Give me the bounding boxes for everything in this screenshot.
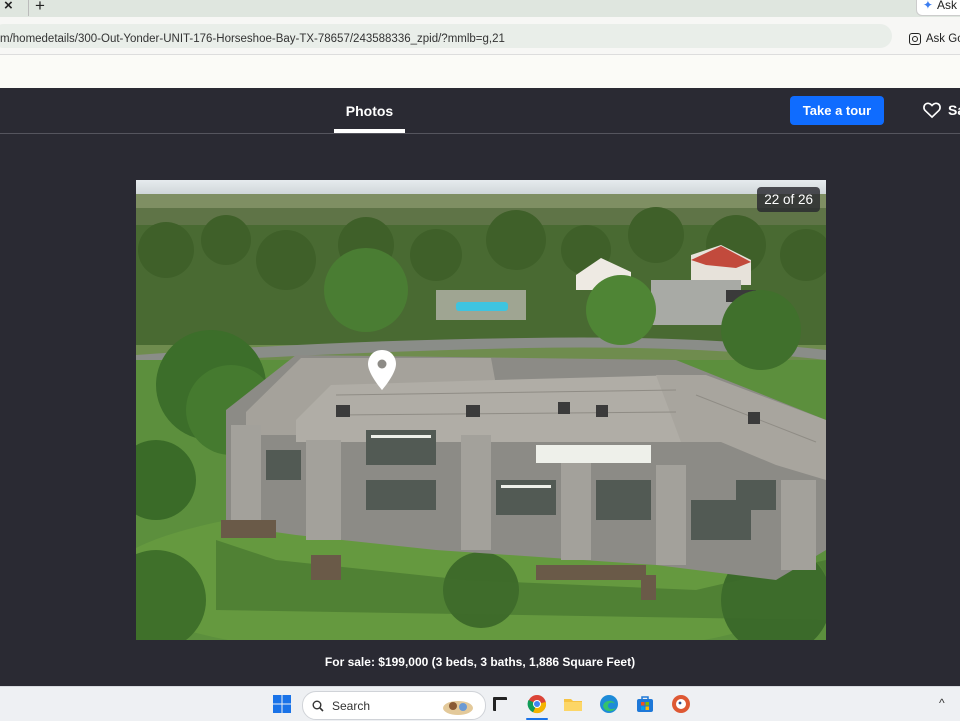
- edge-icon[interactable]: [599, 694, 619, 714]
- page-header-band: [0, 55, 960, 88]
- microsoft-store-icon[interactable]: [635, 694, 655, 714]
- sparkle-icon: ✦: [922, 0, 933, 12]
- search-icon: [312, 700, 324, 712]
- tab-photos[interactable]: Photos: [334, 88, 405, 133]
- new-tab-button[interactable]: +: [35, 0, 45, 16]
- ask-label: Ask: [936, 0, 957, 12]
- task-view-icon[interactable]: [490, 694, 510, 714]
- tab-separator: [28, 0, 29, 16]
- file-explorer-icon[interactable]: [563, 694, 583, 714]
- address-bar: m/homedetails/300-Out-Yonder-UNIT-176-Ho…: [0, 17, 960, 55]
- chrome-icon[interactable]: [527, 694, 547, 714]
- listing-photo[interactable]: 22 of 26: [136, 180, 826, 640]
- duckduckgo-icon[interactable]: [671, 694, 691, 714]
- taskbar-search[interactable]: Search: [302, 691, 486, 720]
- save-button[interactable]: Sa: [922, 100, 960, 120]
- listing-caption: For sale: $199,000 (3 beds, 3 baths, 1,8…: [324, 655, 636, 669]
- active-tab-indicator: [334, 129, 405, 133]
- windows-start-icon[interactable]: [272, 694, 292, 714]
- save-label: Sa: [948, 102, 960, 118]
- ask-button[interactable]: ✦ Ask: [915, 0, 960, 16]
- search-placeholder: Search: [332, 698, 371, 713]
- ask-google-button[interactable]: Ask Goo: [908, 33, 960, 45]
- url-text[interactable]: m/homedetails/300-Out-Yonder-UNIT-176-Ho…: [0, 33, 505, 45]
- photo-counter: 22 of 26: [757, 187, 820, 212]
- google-lens-icon: [908, 33, 921, 45]
- photo-modal-header: Photos Take a tour Sa: [0, 88, 960, 134]
- windows-taskbar: Search ^: [0, 686, 960, 721]
- take-a-tour-button[interactable]: Take a tour: [790, 96, 884, 125]
- close-tab-icon[interactable]: ×: [4, 0, 13, 14]
- heart-icon: [923, 102, 941, 119]
- ask-google-label: Ask Goo: [925, 33, 960, 45]
- aerial-condo-photo: [136, 180, 826, 640]
- search-highlight-icon: [443, 700, 473, 715]
- tray-chevron-icon[interactable]: ^: [939, 696, 945, 710]
- browser-tab-strip: × + ✦ Ask: [0, 0, 960, 17]
